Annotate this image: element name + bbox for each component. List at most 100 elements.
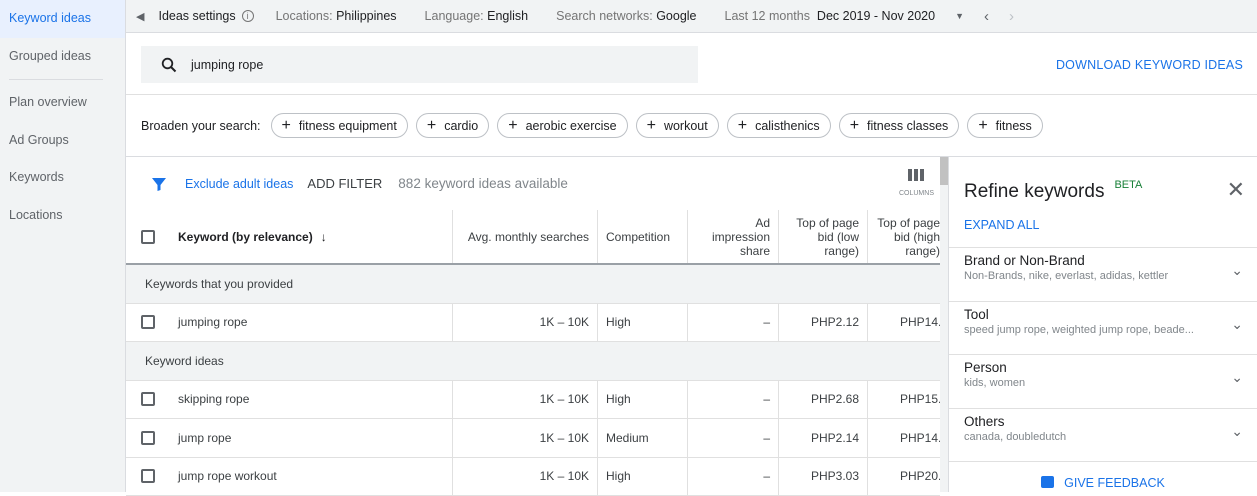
- header-keyword[interactable]: Keyword (by relevance)↓: [170, 210, 453, 263]
- locations-label: Locations:: [276, 9, 333, 23]
- feedback-label: GIVE FEEDBACK: [1064, 476, 1165, 490]
- chip-fitness[interactable]: + fitness: [967, 113, 1042, 138]
- language-setting[interactable]: Language: English: [425, 9, 529, 23]
- ideas-count: 882 keyword ideas available: [398, 176, 568, 191]
- refine-group[interactable]: Toolspeed jump rope, weighted jump rope,…: [949, 301, 1257, 355]
- bid-high-value: PHP20.0: [900, 469, 940, 483]
- bid-low-cell: PHP2.14: [779, 419, 868, 457]
- group-title: Others: [964, 414, 1242, 429]
- ad-impression-cell: –: [688, 419, 779, 457]
- refine-group[interactable]: Personkids, women⌄: [949, 354, 1257, 408]
- section-title: Keywords that you provided: [145, 277, 293, 291]
- sidebar-item-keywords[interactable]: Keywords: [0, 159, 125, 197]
- search-row: jumping rope DOWNLOAD KEYWORD IDEAS: [126, 33, 1257, 95]
- feedback-icon: [1041, 476, 1054, 488]
- networks-setting[interactable]: Search networks: Google: [556, 9, 696, 23]
- sidebar-item-keyword-ideas[interactable]: Keyword ideas: [0, 0, 125, 38]
- plus-icon: +: [508, 117, 517, 135]
- give-feedback-button[interactable]: GIVE FEEDBACK: [949, 461, 1257, 490]
- table-header: Keyword (by relevance)↓ Avg. monthly sea…: [126, 210, 940, 265]
- competition-cell: High: [598, 381, 688, 419]
- header-competition[interactable]: Competition: [598, 210, 688, 263]
- info-icon[interactable]: i: [242, 10, 254, 22]
- chevron-down-icon[interactable]: ⌄: [1231, 369, 1243, 386]
- sidebar-item-plan-overview[interactable]: Plan overview: [0, 84, 125, 122]
- ad-impression-cell: –: [688, 304, 779, 342]
- chevron-down-icon[interactable]: ⌄: [1231, 262, 1243, 279]
- date-range[interactable]: Last 12 months Dec 2019 - Nov 2020: [725, 9, 936, 23]
- beta-badge: BETA: [1114, 179, 1142, 191]
- close-icon[interactable]: ✕: [1227, 177, 1245, 203]
- bid-high-cell: PHP20.0: [868, 458, 940, 496]
- scrollbar[interactable]: [940, 157, 948, 492]
- ideas-settings[interactable]: Ideas settings: [158, 9, 235, 23]
- competition-cell: High: [598, 458, 688, 496]
- header-bid-high[interactable]: Top of page bid (high range): [868, 210, 940, 263]
- plus-icon: +: [647, 117, 656, 135]
- panel-title: Refine keywordsBETA: [964, 181, 1142, 203]
- group-title: Tool: [964, 307, 1242, 322]
- next-icon[interactable]: ›: [1009, 8, 1014, 25]
- sidebar-item-ad-groups[interactable]: Ad Groups: [0, 122, 125, 160]
- avg-searches-cell: 1K – 10K: [453, 381, 598, 419]
- sidebar-item-grouped-ideas[interactable]: Grouped ideas: [0, 38, 125, 76]
- row-checkbox[interactable]: [126, 381, 170, 419]
- period-label: Last 12 months: [725, 9, 810, 23]
- locations-setting[interactable]: Locations: Philippines: [276, 9, 397, 23]
- refine-group[interactable]: Brand or Non-BrandNon-Brands, nike, ever…: [949, 247, 1257, 301]
- plus-icon: +: [978, 117, 987, 135]
- keyword-cell: jump rope workout: [170, 458, 453, 496]
- row-checkbox[interactable]: [126, 458, 170, 496]
- scroll-thumb[interactable]: [940, 157, 948, 185]
- filter-icon[interactable]: [151, 176, 167, 192]
- bid-low-cell: PHP2.12: [779, 304, 868, 342]
- keyword-table: Keyword (by relevance)↓ Avg. monthly sea…: [126, 210, 940, 496]
- bid-high-value: PHP14.2: [900, 315, 940, 329]
- plus-icon: +: [427, 117, 436, 135]
- header-bid-low[interactable]: Top of page bid (low range): [779, 210, 868, 263]
- section-title: Keyword ideas: [145, 354, 224, 368]
- table-row[interactable]: jumping rope 1K – 10K High – PHP2.12 PHP…: [126, 304, 940, 343]
- prev-icon[interactable]: ‹: [984, 8, 989, 25]
- chip-aerobic-exercise[interactable]: + aerobic exercise: [497, 113, 627, 138]
- dropdown-icon[interactable]: ▼: [955, 11, 964, 21]
- collapse-icon[interactable]: ◀: [136, 10, 144, 23]
- header-avg-searches[interactable]: Avg. monthly searches: [453, 210, 598, 263]
- chip-fitness-classes[interactable]: +fitness classes: [839, 113, 960, 138]
- refine-group[interactable]: Otherscanada, doubledutch⌄: [949, 408, 1257, 462]
- header-ad-impression[interactable]: Ad impression share: [688, 210, 779, 263]
- language-value: English: [487, 9, 528, 23]
- keyword-search-input[interactable]: jumping rope: [141, 46, 698, 83]
- chip-calisthenics[interactable]: +calisthenics: [727, 113, 831, 138]
- ad-impression-cell: –: [688, 458, 779, 496]
- ad-impression-cell: –: [688, 381, 779, 419]
- broaden-label: Broaden your search:: [141, 119, 261, 133]
- table-row[interactable]: skipping rope 1K – 10K High – PHP2.68 PH…: [126, 381, 940, 420]
- bid-low-cell: PHP2.68: [779, 381, 868, 419]
- group-title: Brand or Non-Brand: [964, 253, 1242, 268]
- competition-cell: Medium: [598, 419, 688, 457]
- row-checkbox[interactable]: [126, 419, 170, 457]
- chip-fitness-equipment[interactable]: +fitness equipment: [271, 113, 408, 138]
- add-filter-button[interactable]: ADD FILTER: [307, 176, 382, 191]
- bid-high-cell: PHP15.0: [868, 381, 940, 419]
- chevron-down-icon[interactable]: ⌄: [1231, 423, 1243, 440]
- chevron-down-icon[interactable]: ⌄: [1231, 316, 1243, 333]
- columns-button[interactable]: COLUMNS: [899, 169, 934, 197]
- chip-label: fitness: [996, 119, 1032, 133]
- chip-workout[interactable]: +workout: [636, 113, 719, 138]
- expand-all-button[interactable]: EXPAND ALL: [964, 218, 1040, 232]
- sidebar-item-locations[interactable]: Locations: [0, 197, 125, 235]
- search-icon: [161, 57, 177, 73]
- chip-label: calisthenics: [755, 119, 820, 133]
- table-row[interactable]: jump rope workout 1K – 10K High – PHP3.0…: [126, 458, 940, 496]
- chip-cardio[interactable]: +cardio: [416, 113, 489, 138]
- table-row[interactable]: jump rope 1K – 10K Medium – PHP2.14 PHP1…: [126, 419, 940, 458]
- row-checkbox[interactable]: [126, 304, 170, 342]
- select-all-checkbox[interactable]: [126, 210, 170, 263]
- chip-label: fitness classes: [867, 119, 948, 133]
- exclude-adult-ideas-link[interactable]: Exclude adult ideas: [185, 177, 293, 191]
- download-keyword-ideas-button[interactable]: DOWNLOAD KEYWORD IDEAS: [1056, 58, 1243, 72]
- period-value: Dec 2019 - Nov 2020: [817, 9, 935, 23]
- chip-label: aerobic exercise: [526, 119, 617, 133]
